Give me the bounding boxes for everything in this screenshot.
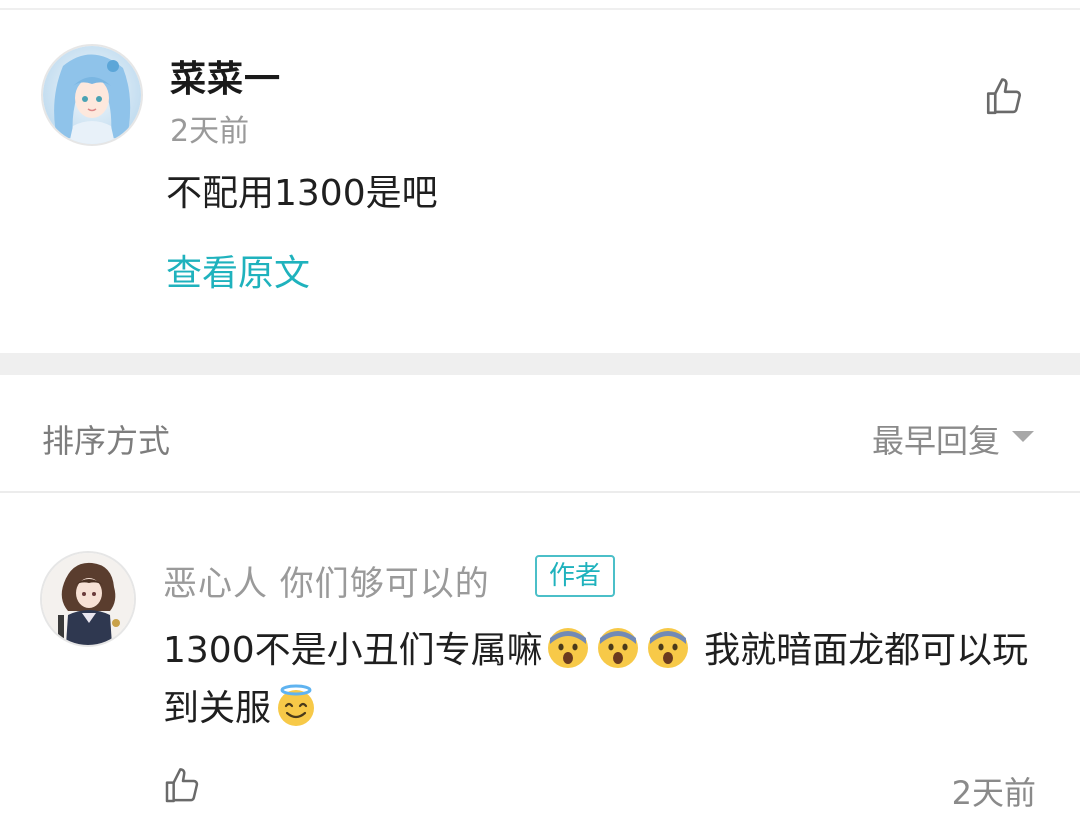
fearful-face-emoji [596,626,640,670]
sort-label: 排序方式 [42,422,171,460]
fearful-face-emoji [646,626,690,670]
reply-text: 1300不是小丑们专属嘛 我就暗面龙都可以玩到关服 [163,622,1043,738]
reply-timestamp: 2天前 [951,774,1036,812]
smiling-face-with-halo-emoji [274,684,318,728]
section-separator [0,353,1080,375]
divider [0,491,1080,493]
reply-username[interactable]: 恶心人 你们够可以的 [163,556,490,605]
comment-text: 不配用1300是吧 [166,173,438,214]
fearful-face-emoji [546,626,590,670]
sort-dropdown[interactable]: 最早回复 [872,416,1000,462]
main-comment [0,10,1080,353]
comment-timestamp: 2天前 [170,114,250,149]
view-original-link[interactable]: 查看原文 [166,244,310,296]
avatar[interactable] [40,551,136,647]
thumbs-up-icon[interactable] [162,766,202,806]
thumbs-up-icon[interactable] [983,76,1025,118]
reply-text-part1: 1300不是小丑们专属嘛 [163,630,543,671]
chevron-down-icon[interactable] [1012,431,1034,442]
author-badge: 作者 [535,555,616,597]
avatar[interactable] [41,44,143,146]
comment-username[interactable]: 菜菜一 [170,50,281,102]
